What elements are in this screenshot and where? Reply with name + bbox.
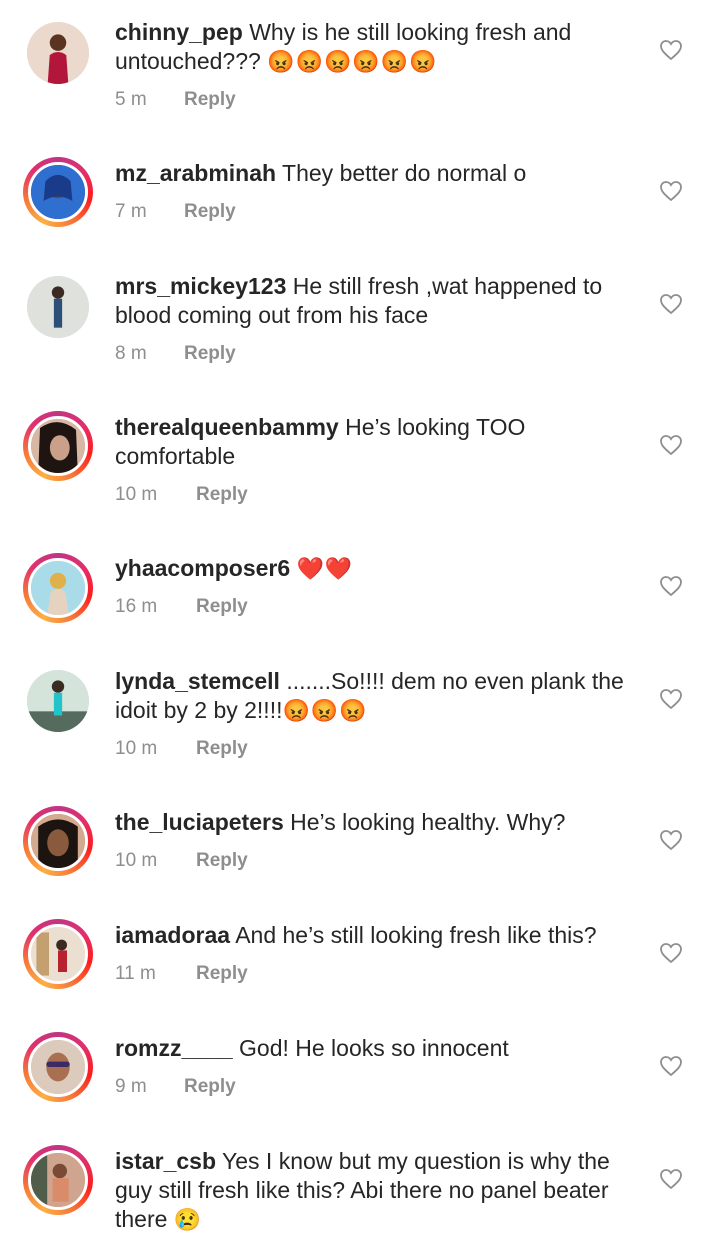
heart-outline-icon[interactable]	[659, 434, 683, 456]
reply-button[interactable]: Reply	[196, 850, 248, 872]
reply-button[interactable]: Reply	[184, 89, 236, 111]
heart-outline-icon[interactable]	[659, 942, 683, 964]
comment-username[interactable]: the_luciapeters	[115, 809, 284, 835]
comment-text: He’s looking healthy. Why?	[290, 809, 566, 835]
comment-text: They better do normal o	[282, 160, 527, 186]
comment-username[interactable]: iamadoraa	[115, 922, 230, 948]
comment-username[interactable]: lynda_stemcell	[115, 668, 280, 694]
reply-button[interactable]: Reply	[184, 1076, 236, 1098]
reply-button[interactable]: Reply	[184, 201, 236, 223]
comment-time: 5 m	[115, 89, 147, 110]
comment-emoji: ❤️❤️	[296, 556, 354, 581]
comment-time: 10 m	[115, 850, 158, 871]
avatar[interactable]	[23, 1032, 93, 1102]
comment-username[interactable]: therealqueenbammy	[115, 414, 339, 440]
heart-outline-icon[interactable]	[659, 39, 683, 61]
comment-time: 10 m	[115, 484, 158, 505]
reply-button[interactable]: Reply	[196, 963, 248, 985]
comment-list: chinny_pep Why is he still looking fresh…	[0, 0, 720, 1242]
comment-time: 10 m	[115, 738, 158, 759]
reply-button[interactable]: Reply	[196, 484, 248, 506]
heart-outline-icon[interactable]	[659, 688, 683, 710]
heart-outline-icon[interactable]	[659, 829, 683, 851]
avatar[interactable]	[23, 272, 93, 342]
avatar[interactable]	[23, 411, 93, 481]
reply-button[interactable]: Reply	[184, 343, 236, 365]
comment-username[interactable]: mrs_mickey123	[115, 273, 286, 299]
avatar[interactable]	[23, 919, 93, 989]
comment-emoji: 😡😡😡😡😡😡	[267, 49, 438, 74]
avatar[interactable]	[23, 553, 93, 623]
comment-text: And he’s still looking fresh like this?	[235, 922, 597, 948]
comment-username[interactable]: mz_arabminah	[115, 160, 276, 186]
comment-emoji: 😢	[173, 1207, 203, 1232]
comment-username[interactable]: istar_csb	[115, 1148, 216, 1174]
comment-username[interactable]: chinny_pep	[115, 19, 243, 45]
comment-time: 16 m	[115, 596, 158, 617]
comment-username[interactable]: romzz____	[115, 1035, 233, 1061]
avatar[interactable]	[23, 666, 93, 736]
avatar[interactable]	[23, 1145, 93, 1215]
heart-outline-icon[interactable]	[659, 575, 683, 597]
comment-time: 7 m	[115, 201, 147, 222]
comment-time: 8 m	[115, 343, 147, 364]
comment-username[interactable]: yhaacomposer6	[115, 555, 290, 581]
avatar[interactable]	[23, 157, 93, 227]
comment-emoji: 😡😡😡	[282, 698, 368, 723]
heart-outline-icon[interactable]	[659, 1055, 683, 1077]
heart-outline-icon[interactable]	[659, 1168, 683, 1190]
avatar[interactable]	[23, 806, 93, 876]
avatar[interactable]	[23, 18, 93, 88]
comment-time: 9 m	[115, 1076, 147, 1097]
reply-button[interactable]: Reply	[196, 738, 248, 760]
heart-outline-icon[interactable]	[659, 293, 683, 315]
comment-text: God! He looks so innocent	[239, 1035, 509, 1061]
heart-outline-icon[interactable]	[659, 180, 683, 202]
comment-time: 11 m	[115, 963, 156, 984]
reply-button[interactable]: Reply	[196, 596, 248, 618]
